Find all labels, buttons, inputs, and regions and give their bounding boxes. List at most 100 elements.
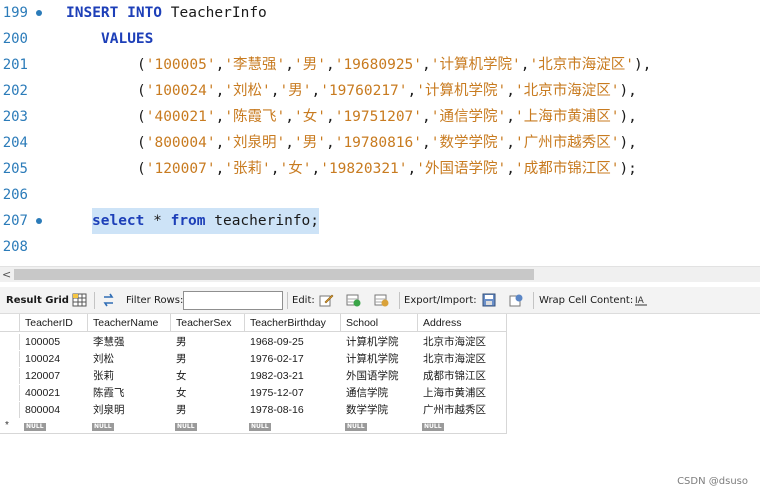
add-row-icon[interactable] [346,293,361,307]
table-cell[interactable]: 男 [171,334,245,350]
null-badge[interactable]: NULL [345,423,367,431]
table-cell[interactable]: 400021 [20,385,88,401]
code-line[interactable]: 201 ('100005','李慧强','男','19680925','计算机学院… [0,52,760,78]
sql-text: ), [619,83,637,99]
scroll-left-arrow-icon[interactable]: < [2,268,11,281]
table-cell[interactable]: 通信学院 [341,385,418,401]
sql-string-literal: '男' [279,83,312,99]
code-line[interactable]: 199 INSERT INTO TeacherInfo [0,0,760,26]
sql-keyword: from [170,213,206,229]
code-text: ('100005','李慧强','男','19680925','计算机学院','… [137,52,651,78]
null-badge[interactable]: NULL [249,423,271,431]
table-cell[interactable]: 100005 [20,334,88,350]
statement-marker-icon[interactable] [36,218,42,224]
table-cell[interactable]: 李慧强 [88,334,171,350]
table-cell[interactable]: 800004 [20,402,88,418]
sql-text: , [311,83,321,99]
row-selector[interactable] [0,368,20,384]
table-cell[interactable]: 男 [171,351,245,367]
table-cell[interactable]: 陈霞飞 [88,385,171,401]
null-badge[interactable]: NULL [422,423,444,431]
code-line[interactable]: 206 [0,182,760,208]
table-cell[interactable]: 1968-09-25 [245,334,341,350]
edit-row-icon[interactable] [319,293,334,307]
table-row[interactable]: 400021 陈霞飞女 1975-12-07 通信学院 上海市黄浦区 [0,385,507,401]
sql-text: , [215,57,225,73]
code-line[interactable]: 205 ('120007','张莉','女','19820321','外国语学院'… [0,156,760,182]
column-header[interactable]: TeacherSex [171,314,245,332]
grid-view-icon[interactable] [72,293,87,307]
table-cell[interactable]: 100024 [20,351,88,367]
table-cell[interactable]: 北京市海淀区 [418,334,507,350]
editor-horizontal-scrollbar[interactable]: < [0,266,760,282]
wrap-text-icon[interactable]: IA [634,293,649,307]
table-row[interactable]: 100005 李慧强男 1968-09-25 计算机学院 北京市海淀区 [0,334,507,350]
code-line[interactable]: 200 VALUES [0,26,760,52]
null-badge[interactable]: NULL [92,423,114,431]
scrollbar-thumb[interactable] [14,269,534,280]
line-number: 203 [2,109,28,125]
row-selector[interactable] [0,402,20,418]
code-line[interactable]: 207 select * from teacherinfo; [0,208,760,234]
line-number: 207 [2,213,28,229]
table-cell[interactable]: 计算机学院 [341,334,418,350]
wrap-cell-content-label: Wrap Cell Content: [539,295,634,306]
column-header[interactable]: TeacherBirthday [245,314,341,332]
table-cell[interactable]: 刘松 [88,351,171,367]
sql-string-literal: '19680925' [334,57,423,73]
code-line[interactable]: 208 [0,234,760,260]
row-selector[interactable] [0,351,20,367]
code-line[interactable]: 202 ('100024','刘松','男','19760217','计算机学院'… [0,78,760,104]
statement-marker-icon[interactable] [36,10,42,16]
table-cell[interactable]: 1975-12-07 [245,385,341,401]
table-cell[interactable]: 广州市越秀区 [418,402,507,418]
table-cell[interactable]: 张莉 [88,368,171,384]
table-cell[interactable]: 计算机学院 [341,351,418,367]
result-grid[interactable]: TeacherID TeacherName TeacherSex TeacherBir… [0,314,507,434]
table-cell[interactable]: 外国语学院 [341,368,418,384]
sql-string-literal: '李慧强' [224,57,286,73]
null-badge[interactable]: NULL [175,423,197,431]
table-row[interactable]: 120007 张莉女 1982-03-21 外国语学院 成都市锦江区 [0,368,507,384]
column-header[interactable]: Address [418,314,507,332]
result-grid-tab[interactable]: Result Grid [6,287,69,314]
export-icon[interactable] [482,293,497,307]
new-row[interactable]: * NULL NULL NULL NULL NULL NULL [0,419,507,435]
sql-text: , [325,135,335,151]
code-line[interactable]: 203 ('400021','陈霞飞','女','19751207','通信学院'… [0,104,760,130]
code-line[interactable]: 204 ('800004','刘泉明','男','19780816','数学学院'… [0,130,760,156]
sql-string-literal: '120007' [145,161,216,177]
sql-keyword: INSERT INTO [66,5,163,21]
table-cell[interactable]: 刘泉明 [88,402,171,418]
row-selector[interactable] [0,385,20,401]
table-cell[interactable]: 女 [171,368,245,384]
table-cell[interactable]: 男 [171,402,245,418]
table-cell[interactable]: 成都市锦江区 [418,368,507,384]
filter-rows-label: Filter Rows: [126,295,184,306]
null-badge[interactable]: NULL [24,423,46,431]
grid-corner[interactable] [0,314,20,332]
table-row[interactable]: 800004 刘泉明男 1978-08-16 数学学院 广州市越秀区 [0,402,507,418]
sql-string-literal: '女' [279,161,312,177]
table-cell[interactable]: 1976-02-17 [245,351,341,367]
column-header[interactable]: TeacherID [20,314,88,332]
column-header[interactable]: School [341,314,418,332]
filter-rows-input[interactable] [183,291,283,310]
table-row[interactable]: 100024 刘松男 1976-02-17 计算机学院 北京市海淀区 [0,351,507,367]
import-icon[interactable] [509,293,524,307]
table-cell[interactable]: 1978-08-16 [245,402,341,418]
table-cell[interactable]: 数学学院 [341,402,418,418]
sql-text: , [215,83,225,99]
table-cell[interactable]: 北京市海淀区 [418,351,507,367]
sql-editor[interactable]: 199 INSERT INTO TeacherInfo 200 VALUES 201 ('… [0,0,760,264]
row-selector[interactable] [0,334,20,350]
refresh-icon[interactable] [101,293,116,307]
table-cell[interactable]: 上海市黄浦区 [418,385,507,401]
table-cell[interactable]: 120007 [20,368,88,384]
sql-string-literal: '张莉' [224,161,271,177]
table-cell[interactable]: 1982-03-21 [245,368,341,384]
sql-keyword: VALUES [101,31,154,47]
table-cell[interactable]: 女 [171,385,245,401]
column-header[interactable]: TeacherName [88,314,171,332]
delete-row-icon[interactable] [374,293,389,307]
